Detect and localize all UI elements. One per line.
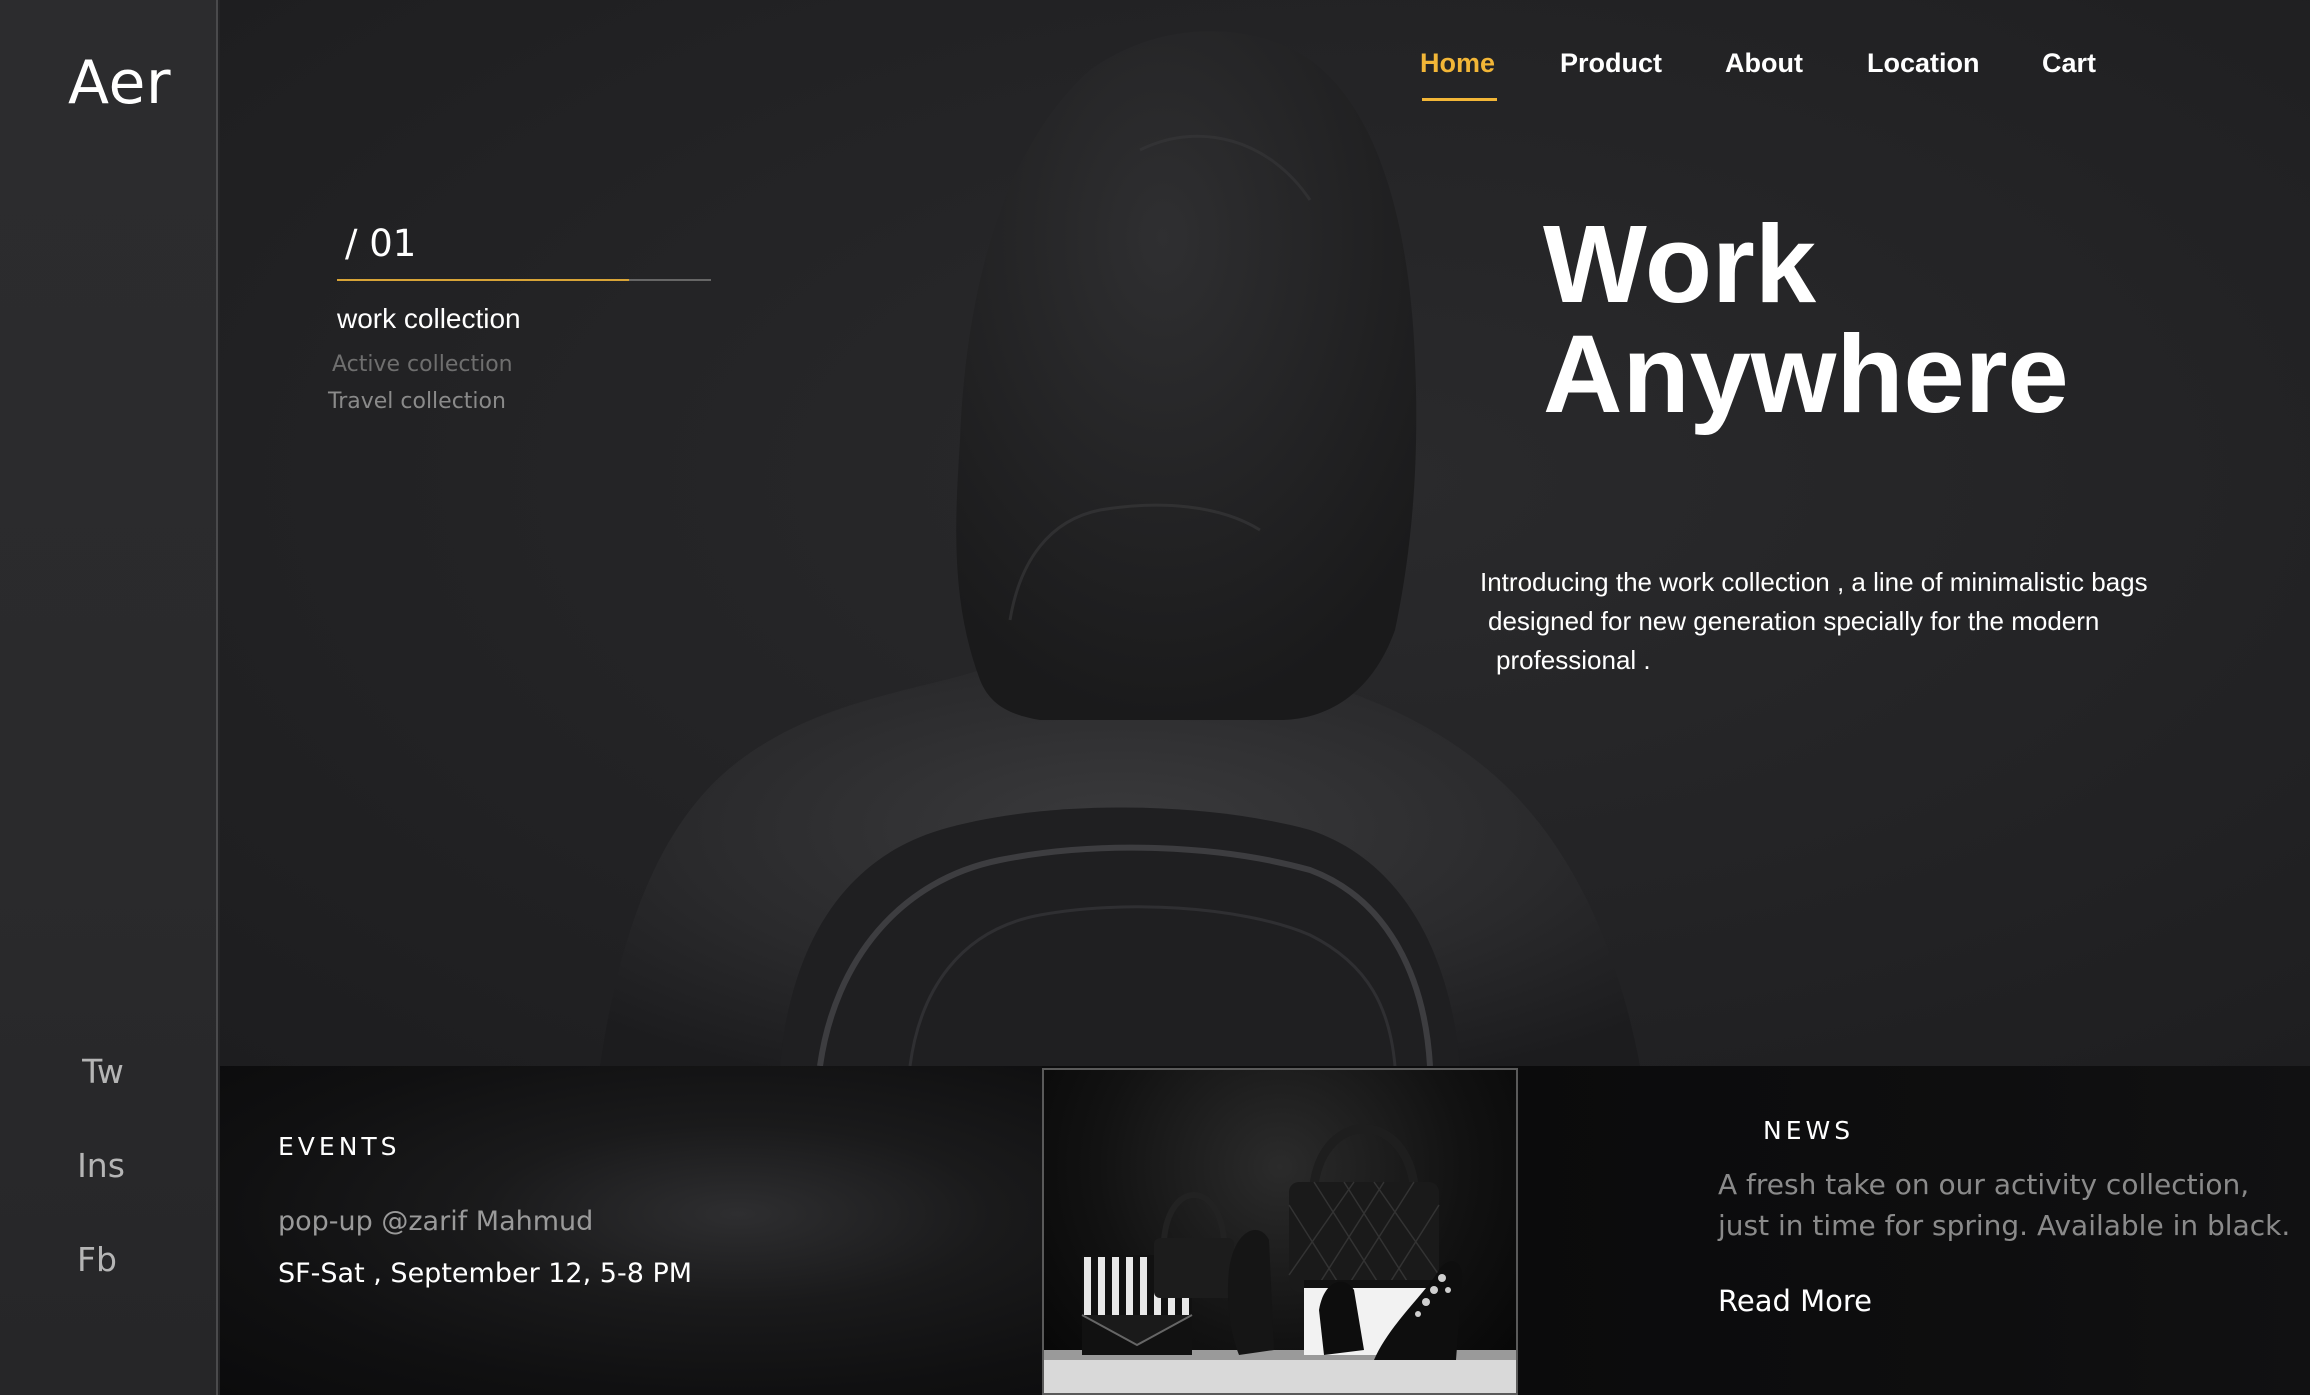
- intro-line-2: designed for new generation specially fo…: [1488, 606, 2100, 636]
- hooded-person-backpack-image: [600, 31, 1640, 1066]
- bags-illustration: [1044, 1124, 1516, 1393]
- nav-about[interactable]: About: [1725, 48, 1803, 93]
- brand-logo[interactable]: Aer: [68, 48, 171, 118]
- nav-cart[interactable]: Cart: [2042, 48, 2096, 93]
- collection-item-travel[interactable]: Travel collection: [328, 389, 506, 414]
- intro-line-3: professional .: [1496, 645, 1651, 675]
- hero-headline: Work Anywhere: [1543, 210, 2069, 430]
- events-date: SF-Sat , September 12, 5-8 PM: [278, 1258, 693, 1289]
- headline-line-2: Anywhere: [1543, 313, 2069, 436]
- events-title: EVENTS: [278, 1132, 401, 1161]
- nav-product[interactable]: Product: [1560, 48, 1662, 93]
- news-text-line-2: just in time for spring. Available in bl…: [1718, 1209, 2291, 1242]
- read-more-link[interactable]: Read More: [1718, 1284, 1872, 1318]
- news-panel: NEWS A fresh take on our activity collec…: [1518, 1066, 2310, 1395]
- instagram-link[interactable]: Ins: [0, 1146, 210, 1185]
- facebook-link[interactable]: Fb: [0, 1240, 206, 1279]
- bags-product-image[interactable]: [1042, 1068, 1518, 1395]
- news-text-line-1: A fresh take on our activity collection,: [1718, 1168, 2250, 1201]
- hero-section: / 01 work collection Active collection T…: [220, 0, 2310, 1066]
- collection-index: / 01: [345, 222, 417, 265]
- events-host: pop-up @zarif Mahmud: [278, 1206, 594, 1237]
- collection-progress-fill: [337, 279, 629, 281]
- intro-line-1: Introducing the work collection , a line…: [1480, 567, 2148, 597]
- collection-progress-track: [337, 279, 711, 281]
- hero-intro-text: Introducing the work collection , a line…: [1480, 563, 2200, 680]
- bottom-strip: EVENTS pop-up @zarif Mahmud SF-Sat , Sep…: [220, 1066, 2310, 1395]
- nav-location[interactable]: Location: [1867, 48, 1980, 93]
- collection-item-active[interactable]: Active collection: [332, 352, 513, 377]
- nav-home[interactable]: Home: [1420, 48, 1498, 101]
- sidebar: Aer Tw Ins Fb: [0, 0, 218, 1395]
- headline-line-1: Work: [1543, 203, 1817, 326]
- collection-item-work[interactable]: work collection: [337, 303, 521, 335]
- events-panel: EVENTS pop-up @zarif Mahmud SF-Sat , Sep…: [220, 1066, 1042, 1395]
- news-text: A fresh take on our activity collection,…: [1718, 1164, 2298, 1246]
- news-title: NEWS: [1763, 1116, 1855, 1145]
- twitter-link[interactable]: Tw: [0, 1052, 212, 1091]
